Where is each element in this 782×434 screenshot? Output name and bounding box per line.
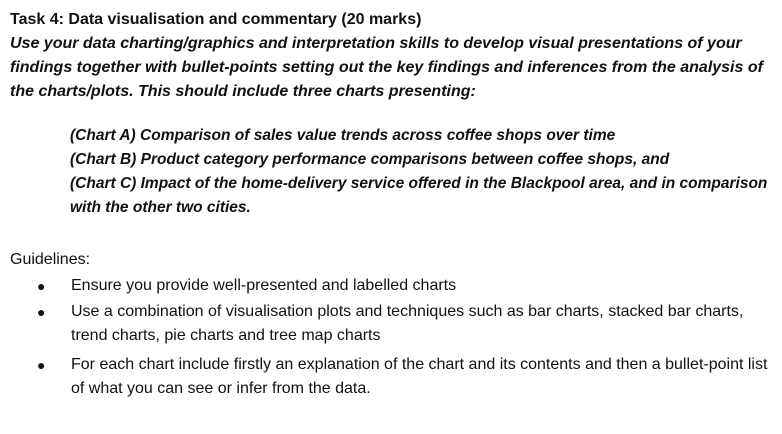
guideline-text: For each chart include firstly an explan… <box>71 355 768 398</box>
guidelines-list: ● Ensure you provide well-presented and … <box>10 274 776 402</box>
guideline-item: ● Use a combination of visualisation plo… <box>10 300 776 349</box>
guideline-item: ● Ensure you provide well-presented and … <box>10 274 776 299</box>
task-title: Task 4: Data visualisation and commentar… <box>10 11 422 28</box>
bullet-icon: ● <box>37 278 46 294</box>
bullet-icon: ● <box>37 356 46 373</box>
guideline-item: ● For each chart include firstly an expl… <box>10 353 776 402</box>
guidelines-heading: Guidelines: <box>10 251 91 268</box>
guideline-text: Use a combination of visualisation plots… <box>71 302 744 345</box>
chart-a-item: (Chart A) Comparison of sales value tren… <box>70 127 616 144</box>
guideline-text: Ensure you provide well-presented and la… <box>71 277 457 294</box>
chart-list: (Chart A) Comparison of sales value tren… <box>70 124 776 220</box>
chart-c-item: (Chart C) Impact of the home-delivery se… <box>70 175 768 216</box>
task-intro: Use your data charting/graphics and inte… <box>10 35 763 100</box>
chart-b-item: (Chart B) Product category performance c… <box>70 151 670 168</box>
document-page: Task 4: Data visualisation and commentar… <box>10 8 776 403</box>
bullet-icon: ● <box>37 303 46 320</box>
